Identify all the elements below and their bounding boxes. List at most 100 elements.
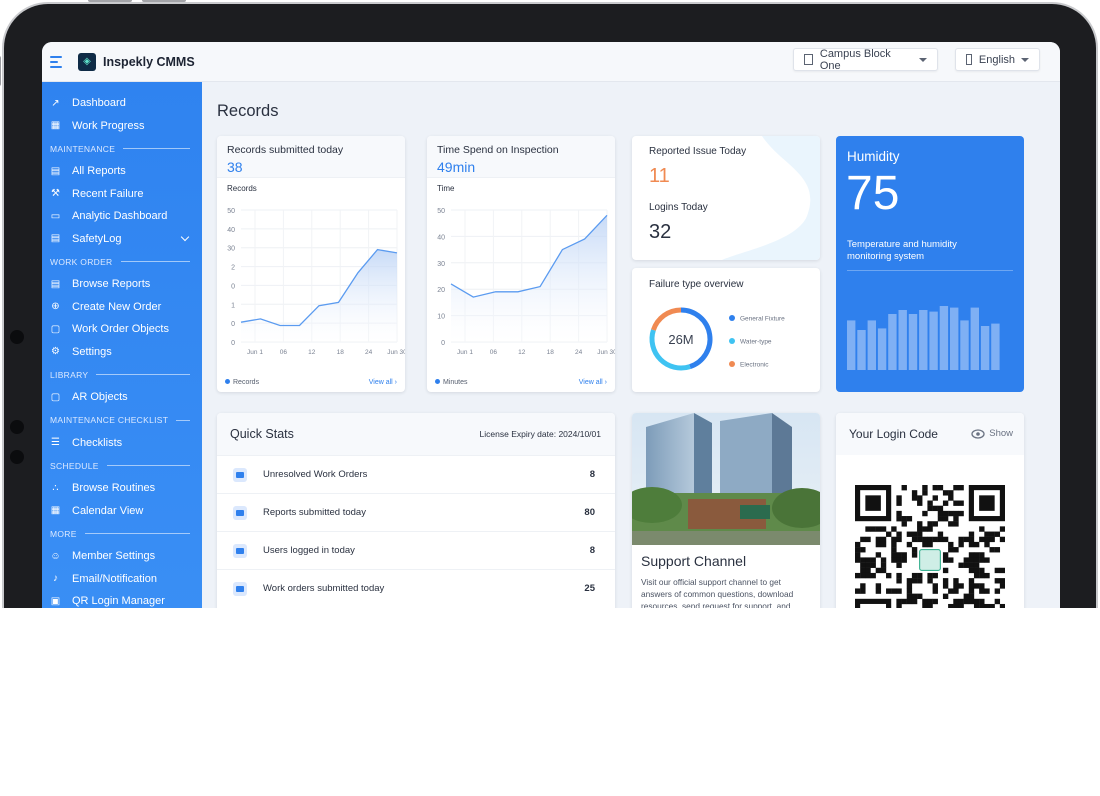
tablet-top-button <box>142 0 186 2</box>
humidity-bar <box>919 310 928 370</box>
records-view-all-link[interactable]: View all › <box>369 379 397 386</box>
sidebar-item-safetylog[interactable]: ▤ SafetyLog <box>42 228 202 251</box>
qr-module <box>865 567 871 574</box>
qr-module <box>927 578 933 584</box>
routine-icon: ∴ <box>52 482 59 494</box>
time-line-chart: 50 40 30 20 10 0 Jun 1 06 12 18 24 Jun 30 <box>437 208 615 356</box>
qr-module <box>901 516 907 522</box>
sidebar-item-browse-routines[interactable]: ∴ Browse Routines <box>42 477 202 500</box>
file-icon: ▤ <box>50 165 61 177</box>
legend-label: Water-type <box>740 339 772 346</box>
qr-module <box>891 547 897 553</box>
qr-module <box>937 485 944 491</box>
records-chart-x-tick: Jun 30 <box>387 349 405 356</box>
sidebar-item-checklists[interactable]: ☰ Checklists <box>42 432 202 455</box>
calendar-icon: ▦ <box>50 120 61 132</box>
qr-module <box>932 572 938 579</box>
qr-module <box>984 557 990 563</box>
humidity-bar <box>939 306 949 370</box>
qr-module <box>896 531 902 537</box>
qr-module <box>917 572 923 579</box>
language-select[interactable]: English <box>955 48 1040 71</box>
sidebar-item-dashboard[interactable]: ↗ Dashboard <box>42 92 202 115</box>
tablet-top-button <box>88 0 132 2</box>
qr-module <box>953 521 959 527</box>
qr-module <box>875 552 882 558</box>
sidebar-item-label: Checklists <box>72 436 123 449</box>
qr-module <box>896 562 902 568</box>
qr-module <box>942 557 949 563</box>
menu-collapse-icon[interactable] <box>50 55 66 69</box>
quick-stat-value: 8 <box>589 469 595 480</box>
sidebar-section-label: LIBRARY <box>42 363 202 386</box>
qr-module <box>963 562 969 568</box>
sidebar-item-settings[interactable]: ⚙ Settings <box>42 341 202 364</box>
sidebar-item-qr-login-manager[interactable]: ▣ QR Login Manager <box>42 590 202 608</box>
qr-module <box>979 526 985 532</box>
qr-module <box>896 510 902 517</box>
humidity-bar <box>847 320 856 370</box>
plus-circle-icon: ⊕ <box>51 301 60 313</box>
qr-module <box>896 588 902 594</box>
login-code-card: Your Login Code Show <box>836 413 1024 608</box>
qr-module <box>906 516 913 522</box>
qr-module <box>917 578 923 584</box>
qr-module <box>901 557 907 563</box>
qr-module <box>911 536 918 543</box>
sidebar-item-label: QR Login Manager <box>72 595 165 608</box>
records-chart-y-tick: 50 <box>227 208 235 215</box>
sidebar-item-ar-objects[interactable]: ▢ AR Objects <box>42 386 202 409</box>
sidebar-item-work-progress[interactable]: ▦ Work Progress <box>42 115 202 138</box>
qr-module <box>999 567 1005 574</box>
qr-module <box>979 598 985 605</box>
qr-module <box>911 490 918 496</box>
sidebar-item-email-notification[interactable]: ♪ Email/Notification <box>42 568 202 591</box>
show-code-button[interactable]: Show <box>971 428 1013 439</box>
sidebar-item-member-settings[interactable]: ☺ Member Settings <box>42 545 202 568</box>
sidebar-item-label: Browse Routines <box>72 482 156 495</box>
sidebar-item-create-new-order[interactable]: ⊕ Create New Order <box>42 296 202 319</box>
sidebar-item-all-reports[interactable]: ▤ All Reports <box>42 160 202 183</box>
humidity-bar <box>867 320 876 370</box>
qr-module <box>855 552 861 558</box>
sidebar-item-analytic-dashboard[interactable]: ▭ Analytic Dashboard <box>42 205 202 228</box>
sidebar-item-work-order-objects[interactable]: ▢ Work Order Objects <box>42 318 202 341</box>
humidity-bar <box>970 307 979 370</box>
qr-module <box>880 562 887 568</box>
qr-module <box>896 536 902 543</box>
time-chart-subtitle: Time <box>437 184 455 193</box>
time-chart-y-tick: 20 <box>437 287 445 294</box>
sidebar-section-label: MORE <box>42 522 202 545</box>
qr-module <box>922 490 928 496</box>
time-view-all-link[interactable]: View all › <box>579 379 607 386</box>
app-logo: ◈ <box>78 52 96 71</box>
sidebar-item-calendar-view[interactable]: ▦ Calendar View <box>42 500 202 523</box>
chevron-down-icon <box>180 233 190 242</box>
qr-module <box>917 500 923 506</box>
qr-module <box>973 598 980 605</box>
site-select[interactable]: Campus Block One <box>793 48 938 72</box>
qr-module <box>901 521 907 527</box>
qr-module <box>999 526 1005 532</box>
users-icon: ☺ <box>50 550 61 562</box>
sidebar-item-browse-reports[interactable]: ▤ Browse Reports <box>42 273 202 296</box>
sidebar-item-label: SafetyLog <box>72 232 122 245</box>
qr-module <box>886 572 892 579</box>
humidity-bar <box>857 330 866 370</box>
records-chart-x-tick: 18 <box>337 349 345 356</box>
qr-module <box>865 526 871 532</box>
time-chart-legend: Minutes <box>435 379 468 386</box>
qr-module <box>999 578 1005 584</box>
sidebar-item-recent-failure[interactable]: ⚒ Recent Failure <box>42 183 202 206</box>
qr-code-image[interactable] <box>855 485 1005 608</box>
time-chart-x-tick: 06 <box>490 349 498 356</box>
qr-module <box>942 516 949 522</box>
qr-module <box>958 510 964 517</box>
records-card-title: Records submitted today <box>227 144 344 156</box>
qr-module <box>917 495 923 501</box>
qr-module <box>937 531 944 537</box>
donut-center-label: 26M <box>668 332 693 347</box>
top-bar: ◈ Inspekly CMMS Campus Block One English <box>42 42 1060 82</box>
qr-module <box>906 588 913 594</box>
building-photo <box>632 413 820 545</box>
